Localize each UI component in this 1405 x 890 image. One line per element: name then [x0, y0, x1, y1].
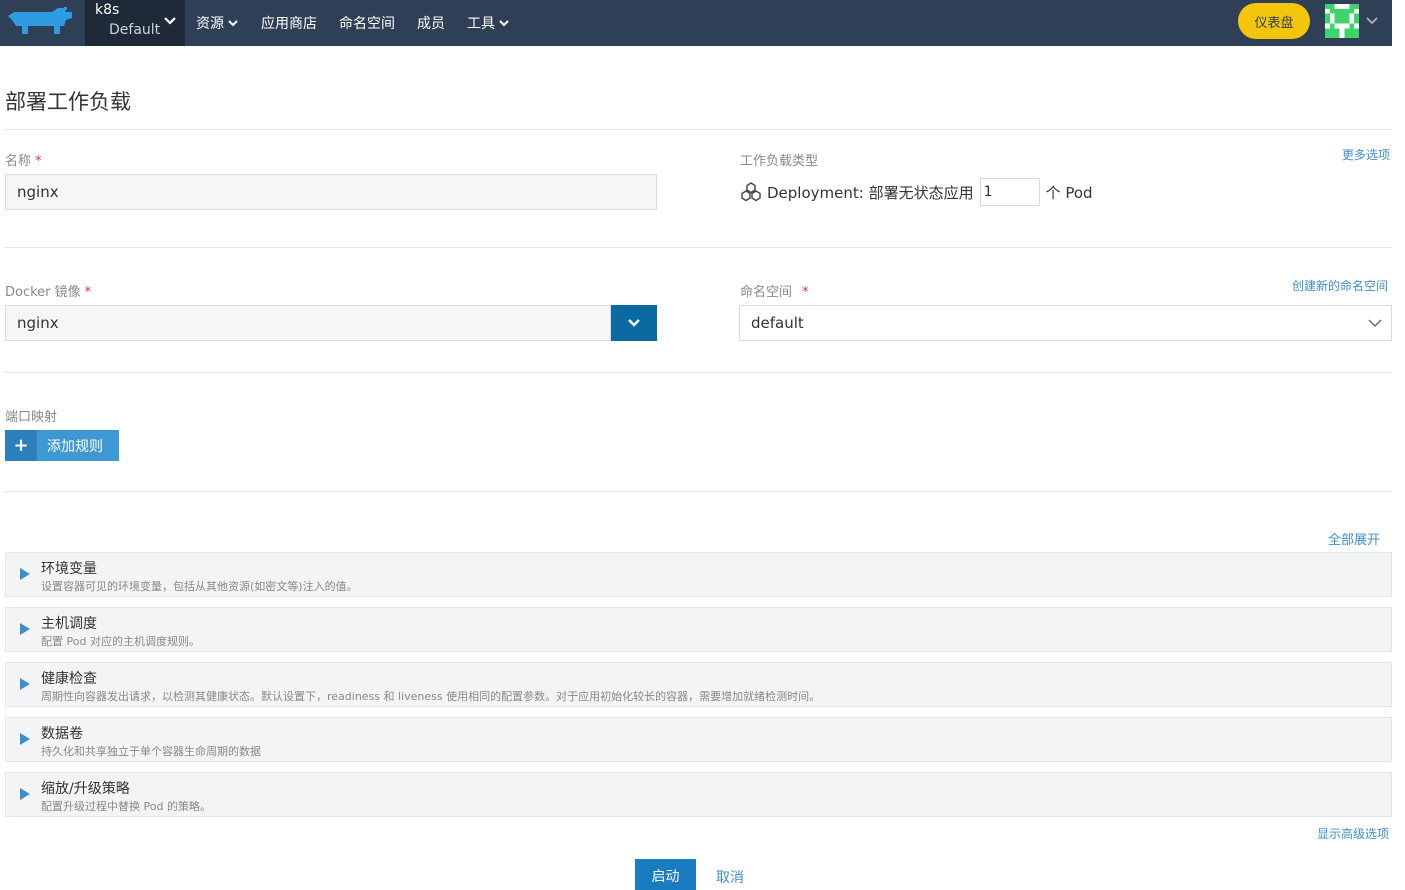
cancel-button[interactable]: 取消 [716, 867, 744, 887]
section-node-scheduling[interactable]: 主机调度 配置 Pod 对应的主机调度规则。 [5, 607, 1392, 652]
section-description: 设置容器可见的环境变量，包括从其他资源(如密文等)注入的值。 [41, 580, 358, 593]
chevron-down-icon[interactable] [1365, 14, 1379, 28]
name-label: 名称 * [5, 150, 42, 169]
launch-button[interactable]: 启动 [635, 859, 696, 890]
nav-members[interactable]: 成员 [417, 13, 445, 33]
show-advanced-link[interactable]: 显示高级选项 [1317, 825, 1389, 842]
image-label-text: Docker 镜像 [5, 285, 81, 300]
add-rule-label: 添加规则 [47, 438, 103, 455]
dashboard-button[interactable]: 仪表盘 [1238, 3, 1310, 39]
image-dropdown-button[interactable] [611, 305, 657, 341]
more-options-link[interactable]: 更多选项 [1342, 146, 1390, 163]
divider [5, 372, 1392, 373]
create-namespace-link[interactable]: 创建新的命名空间 [1292, 277, 1388, 294]
scale-input[interactable]: 1 [979, 178, 1040, 206]
divider [5, 247, 1392, 248]
section-title: 环境变量 [41, 561, 97, 577]
name-label-text: 名称 [5, 154, 32, 169]
expand-all-link[interactable]: 全部展开 [1328, 529, 1380, 548]
nav-resources-label: 资源 [196, 16, 224, 32]
cluster-switcher[interactable]: k8s Default [85, 0, 185, 46]
section-description: 配置升级过程中替换 Pod 的策略。 [41, 800, 211, 813]
main-nav: 资源 应用商店 命名空间 成员 工具 [196, 0, 532, 46]
image-label: Docker 镜像 * [5, 281, 91, 300]
deployment-icon [741, 182, 761, 202]
workload-type-text: Deployment: 部署无状态应用 [767, 183, 974, 202]
cluster-name: k8s [95, 2, 120, 18]
nav-namespaces-label: 命名空间 [339, 16, 395, 32]
expand-arrow-icon [20, 568, 30, 580]
user-avatar[interactable] [1325, 4, 1359, 38]
add-rule-button[interactable]: + 添加规则 [5, 430, 119, 461]
section-env-vars[interactable]: 环境变量 设置容器可见的环境变量，包括从其他资源(如密文等)注入的值。 [5, 552, 1392, 597]
divider [5, 491, 1392, 492]
section-title: 数据卷 [41, 726, 83, 742]
section-health-check[interactable]: 健康检查 周期性向容器发出请求，以检测其健康状态。默认设置下，readiness… [5, 662, 1392, 707]
pod-unit: 个 Pod [1045, 183, 1093, 202]
required-mark: * [802, 285, 809, 300]
nav-resources[interactable]: 资源 [196, 13, 239, 33]
section-volumes[interactable]: 数据卷 持久化和共享独立于单个容器生命周期的数据 [5, 717, 1392, 762]
nav-tools[interactable]: 工具 [467, 13, 510, 33]
required-mark: * [84, 285, 92, 300]
section-description: 周期性向容器发出请求，以检测其健康状态。默认设置下，readiness 和 li… [41, 690, 821, 703]
section-title: 主机调度 [41, 616, 97, 632]
plus-icon: + [5, 430, 37, 461]
nav-catalog[interactable]: 应用商店 [261, 13, 317, 33]
namespace-select[interactable]: default [739, 305, 1392, 341]
divider [5, 129, 1392, 130]
section-description: 持久化和共享独立于单个容器生命周期的数据 [41, 745, 261, 758]
namespace-label-text: 命名空间 [740, 285, 793, 300]
expand-arrow-icon [20, 733, 30, 745]
name-input[interactable]: nginx [5, 174, 657, 210]
nav-members-label: 成员 [417, 16, 445, 32]
port-mapping-label: 端口映射 [5, 410, 58, 425]
required-mark: * [35, 154, 42, 169]
namespace-label: 命名空间 * [740, 281, 809, 300]
chevron-down-icon [164, 17, 176, 25]
nav-namespaces[interactable]: 命名空间 [339, 13, 395, 33]
rancher-logo-icon[interactable] [6, 6, 74, 36]
chevron-down-icon [628, 319, 640, 327]
nav-catalog-label: 应用商店 [261, 16, 317, 32]
section-title: 缩放/升级策略 [41, 781, 130, 797]
chevron-down-icon [499, 20, 509, 27]
expand-arrow-icon [20, 678, 30, 690]
page-title: 部署工作负载 [5, 90, 131, 114]
workload-type-label: 工作负载类型 [740, 154, 819, 169]
expand-arrow-icon [20, 788, 30, 800]
section-title: 健康检查 [41, 671, 97, 687]
nav-tools-label: 工具 [467, 16, 495, 32]
project-name: Default [109, 22, 161, 38]
section-description: 配置 Pod 对应的主机调度规则。 [41, 635, 200, 648]
section-scaling-upgrade[interactable]: 缩放/升级策略 配置升级过程中替换 Pod 的策略。 [5, 772, 1392, 817]
expand-arrow-icon [20, 623, 30, 635]
chevron-down-icon [1368, 319, 1382, 327]
chevron-down-icon [228, 20, 238, 27]
namespace-value: default [751, 314, 804, 332]
top-navbar: k8s Default 资源 应用商店 命名空间 成员 工具 仪表盘 [0, 0, 1392, 46]
image-input[interactable]: nginx [5, 305, 611, 341]
workload-type-row: Deployment: 部署无状态应用 1 个 Pod [740, 178, 1093, 206]
